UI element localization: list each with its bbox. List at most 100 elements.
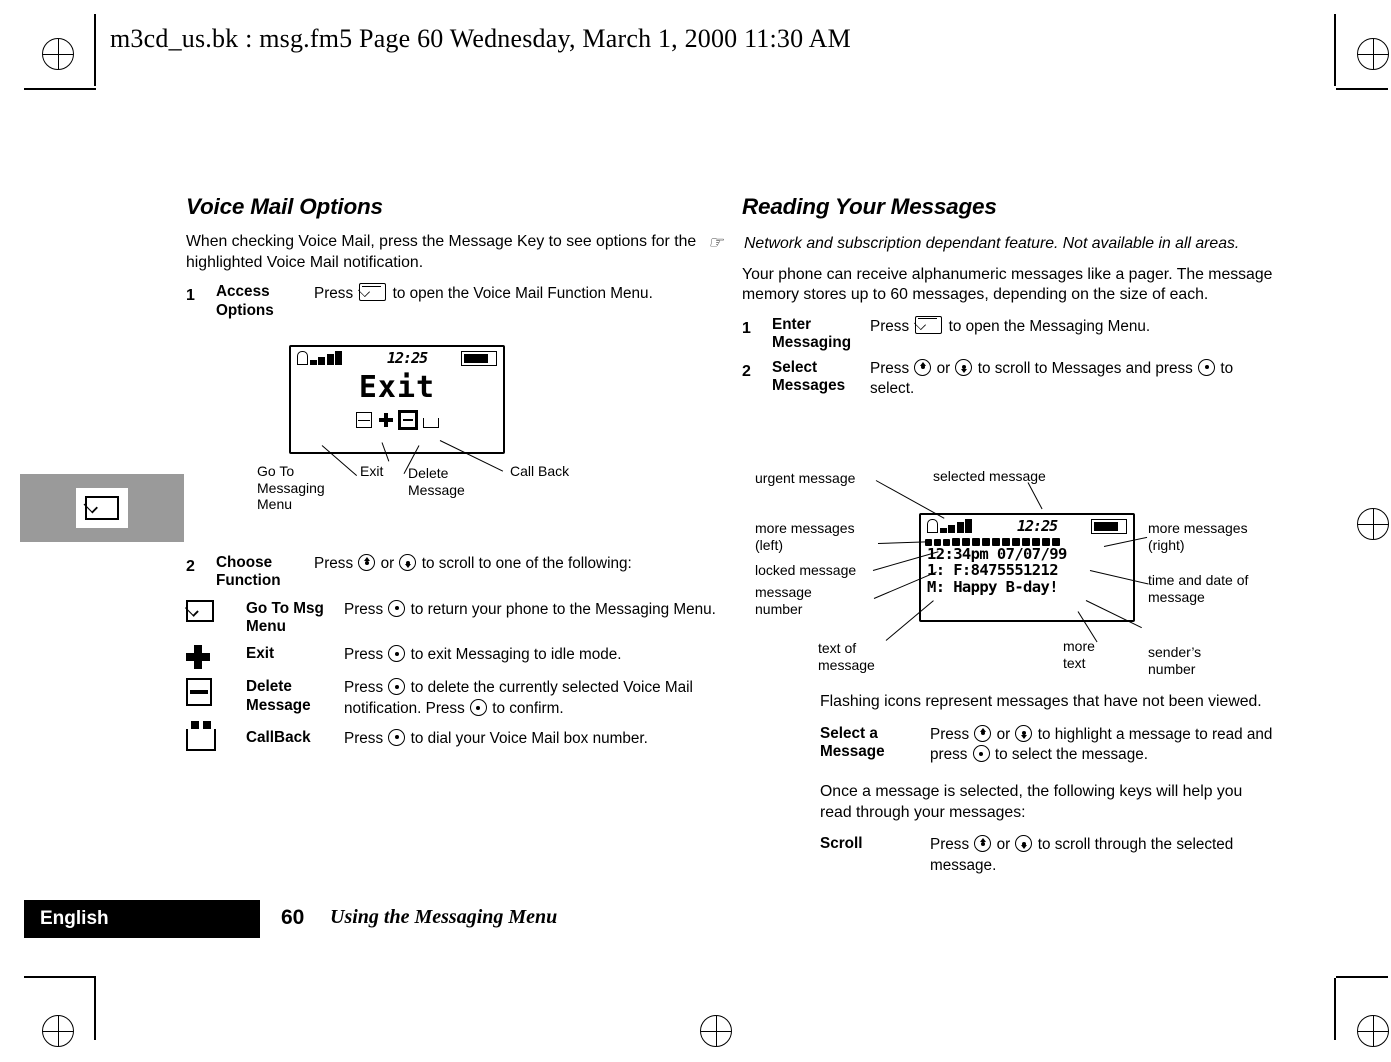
left-row-3-title: CallBack — [246, 728, 311, 746]
row-icon-envelope — [186, 599, 246, 637]
left-row-3-text: Press to dial your Voice Mail box number… — [344, 728, 726, 751]
envelope-icon — [85, 496, 119, 520]
registration-mark-bottom-center — [700, 1015, 732, 1047]
callout-more-right-text: more messages (right) — [1148, 520, 1248, 553]
select-key-icon — [469, 699, 487, 717]
right-select-row-text-b: or — [996, 725, 1011, 743]
right-once-paragraph: Once a message is selected, the followin… — [820, 782, 1243, 821]
right-step-1-title: Enter Messaging — [772, 315, 852, 352]
callout-msgnum-text: message number — [755, 584, 812, 617]
callout-label-selected: selected message — [933, 468, 1046, 485]
callout-delete-text: Delete Message — [408, 465, 465, 498]
callout-label-callback: Call Back — [510, 463, 569, 480]
document-header: m3cd_us.bk : msg.fm5 Page 60 Wednesday, … — [110, 24, 851, 53]
row-icon-exit — [186, 645, 246, 670]
left-step-2-text-a: Press — [314, 555, 354, 572]
select-key-icon — [388, 678, 406, 696]
left-row-0-text: Press to return your phone to the Messag… — [344, 599, 726, 637]
left-row-2-text-a: Press — [344, 679, 384, 697]
goto-messaging-icon — [355, 412, 372, 428]
left-row-0-text-b: to return your phone to the Messaging Me… — [410, 600, 716, 618]
left-step-1-text-b: to open the Voice Mail Function Menu. — [392, 285, 653, 303]
callout-label-urgent: urgent message — [755, 470, 855, 487]
battery-icon — [1091, 519, 1127, 534]
right-step-2-title: Select Messages — [772, 358, 846, 395]
down-key-icon — [1015, 835, 1033, 853]
callout-callback-text: Call Back — [510, 463, 570, 479]
registration-mark-top-left — [42, 38, 74, 70]
right-column: Reading Your Messages ☞ Network and subsc… — [708, 192, 1277, 402]
right-scroll-row-text-b: or — [996, 836, 1011, 854]
callout-label-goto: Go To Messaging Menu — [257, 463, 357, 513]
right-row-scroll: Scroll Press or to scroll through the se… — [820, 835, 1278, 876]
footer-page-number: 60 — [281, 906, 305, 929]
right-select-row-title: Select a Message — [820, 724, 885, 761]
crop-line-left-vertical — [94, 14, 96, 86]
right-select-row-text-d: to select the message. — [994, 746, 1148, 764]
left-row-2-text: Press to delete the currently selected V… — [344, 678, 726, 719]
callout-label-more-right: more messages (right) — [1148, 520, 1270, 553]
callout-goto-text: Go To Messaging Menu — [257, 463, 325, 513]
left-step-1-text-a: Press — [314, 285, 354, 303]
left-row-1-title: Exit — [246, 645, 275, 663]
callout-label-textof: text of message — [818, 640, 896, 673]
left-row-3-text-a: Press — [344, 729, 384, 747]
right-step-2-text: Press or to scroll to Messages and press… — [870, 358, 1277, 399]
left-row-2-text-c: to confirm. — [492, 700, 564, 718]
right-display-line-1: 12:34pm 07/07/99 — [927, 545, 1067, 563]
crop-line-top-horizontal-right — [1336, 88, 1388, 90]
callout-label-more-left: more messages (left) — [755, 520, 875, 553]
right-note: ☞ Network and subscription dependant feat… — [708, 232, 1240, 252]
margin-thumb-tab — [20, 474, 184, 542]
exit-cross-icon — [378, 413, 393, 427]
right-display-line-3: M: Happy B-day! — [927, 577, 1059, 596]
right-display-line-2: 1: F:8475551212 — [927, 561, 1059, 580]
right-scroll-row-title: Scroll — [820, 835, 863, 853]
right-step-2-text-b: or — [936, 359, 951, 377]
left-row-3-text-b: to dial your Voice Mail box number. — [410, 729, 648, 747]
registration-mark-mid-right — [1357, 508, 1389, 540]
right-column-lower: Flashing icons represent messages that h… — [820, 692, 1278, 881]
callout-locked-text: locked message — [755, 562, 857, 578]
callout-selected-text: selected message — [933, 468, 1046, 484]
callout-timedate-text: time and date of message — [1148, 572, 1249, 605]
left-row-exit: Exit Press to exit Messaging to idle mod… — [186, 645, 726, 670]
right-step-1: 1 Enter Messaging Press to open the Mess… — [742, 315, 1277, 353]
right-display-clock: 12:25 — [1017, 517, 1058, 535]
row-icon-delete — [186, 678, 246, 719]
up-key-icon — [358, 554, 376, 571]
left-row-1-text-b: to exit Messaging to idle mode. — [410, 646, 622, 664]
callout-moretext-text: more text — [1063, 638, 1095, 671]
right-step-2-number: 2 — [742, 362, 751, 380]
crop-line-bottom-horizontal-right — [1336, 976, 1388, 978]
crop-line-right-vertical — [1334, 14, 1336, 86]
down-key-icon — [1015, 724, 1033, 742]
callback-icon — [422, 417, 439, 428]
callout-more-left-text: more messages (left) — [755, 520, 855, 553]
left-column-lower: 2 Choose Function Press or to scroll to … — [186, 548, 726, 755]
left-intro-paragraph: When checking Voice Mail, press the Mess… — [186, 232, 697, 271]
left-step-2: 2 Choose Function Press or to scroll to … — [186, 554, 726, 591]
page: m3cd_us.bk : msg.fm5 Page 60 Wednesday, … — [0, 0, 1391, 1062]
right-section-heading: Reading Your Messages — [742, 194, 997, 219]
thumb-tab-icon-box — [76, 488, 128, 528]
select-key-icon — [388, 645, 406, 663]
left-row-0-title: Go To Msg Menu — [246, 599, 324, 636]
left-row-1-text-a: Press — [344, 646, 384, 664]
right-step-1-text-b: to open the Messaging Menu. — [948, 317, 1151, 335]
left-section-heading: Voice Mail Options — [186, 194, 383, 219]
footer-section-title: Using the Messaging Menu — [330, 906, 558, 928]
left-step-1-number: 1 — [186, 287, 195, 305]
left-row-delete-message: Delete Message Press to delete the curre… — [186, 678, 726, 719]
crop-line-right-vertical-bottom — [1334, 978, 1336, 1040]
select-key-icon — [388, 599, 406, 617]
callout-sender-text: sender’s number — [1148, 644, 1202, 677]
message-key-icon — [359, 283, 387, 302]
crop-line-top-horizontal — [24, 88, 96, 90]
callout-textof-text: text of message — [818, 640, 875, 673]
left-step-2-number: 2 — [186, 558, 195, 575]
signal-strength-icon — [927, 519, 972, 533]
callout-line-selected — [1027, 482, 1043, 510]
left-step-2-title: Choose Function — [216, 554, 281, 590]
right-select-row-text: Press or to highlight a message to read … — [930, 724, 1278, 766]
